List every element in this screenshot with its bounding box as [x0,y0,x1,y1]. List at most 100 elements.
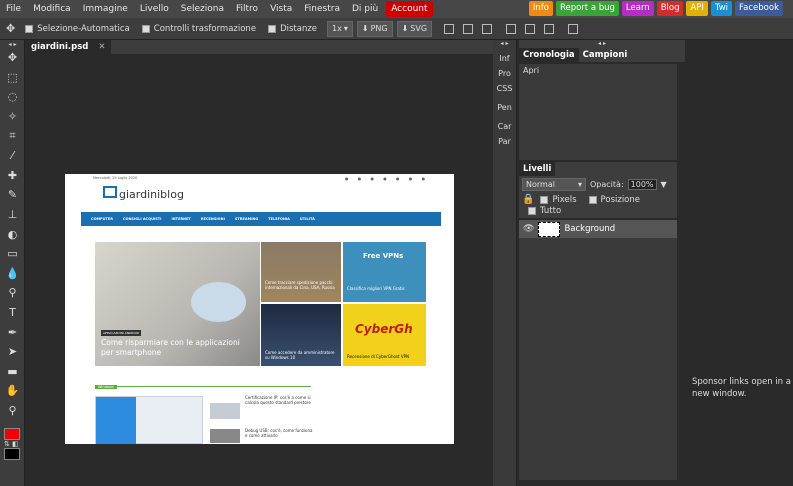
info-button[interactable]: Info [528,1,553,16]
blend-mode-select[interactable]: Normal ▾ [522,178,586,191]
text-tool-icon[interactable]: T [0,303,25,323]
card2-image: Free VPNs Classifica migliori VPN Gratis [343,242,426,302]
transform-controls-checkbox[interactable] [141,24,150,33]
eraser-tool-icon[interactable]: ◐ [0,224,25,244]
pen-tool-icon[interactable]: ✒ [0,322,25,342]
menu-filtro[interactable]: Filtro [230,0,264,18]
transform-controls-label: Controlli trasformazione [153,23,257,34]
history-panel: Cronologia Campioni [519,48,685,62]
document-tab[interactable]: giardini.psd ✕ [25,40,112,54]
document-canvas[interactable]: Mercoledì, 29 luglio 2020 ● ● ● ● ● ● ● … [65,174,454,444]
distribute-icon[interactable] [568,23,579,34]
stamp-tool-icon[interactable]: ⊥ [0,205,25,225]
document-tab-label: giardini.psd [31,42,89,52]
card4-image: CyberGh Recensione di CyberGhost VPN [343,304,426,366]
align-left-icon[interactable] [444,23,455,34]
panel-tab-info[interactable]: Inf [493,54,516,63]
history-header: Cronologia Campioni [519,48,685,62]
align-center-icon[interactable] [463,23,474,34]
path-select-tool-icon[interactable]: ➤ [0,342,25,362]
menu-vista[interactable]: Vista [264,0,298,18]
windows-article-image [95,396,203,444]
menu-seleziona[interactable]: Seleziona [175,0,230,18]
panels-collapse-icon[interactable]: ◂ ▸ [519,40,685,48]
tab-swatches[interactable]: Campioni [579,48,632,62]
toolbar-collapse-icon[interactable]: ◂ ▸ [0,40,25,48]
lock-pixels-checkbox[interactable] [540,195,549,204]
facebook-button[interactable]: Facebook [735,1,783,16]
panel-tab-brush[interactable]: Pen [493,103,516,112]
download-icon: ⬇ [401,24,409,33]
lock-position-label: Posizione [600,194,641,205]
crop-tool-icon[interactable]: ⌗ [0,126,25,146]
blend-mode-value: Normal [526,180,555,189]
mini-collapse-icon[interactable]: ◂ ▸ [493,40,516,48]
dodge-tool-icon[interactable]: ⚲ [0,283,25,303]
chevron-down-icon: ▾ [343,24,348,33]
hand-tool-icon[interactable]: ✋ [0,381,25,401]
panel-tab-paragraph[interactable]: Par [493,137,516,146]
history-item[interactable]: Apri [519,64,677,77]
card3-image: Come accedere da amministratore su Windo… [261,304,341,366]
lock-all-checkbox[interactable] [528,207,536,215]
panel-tab-properties[interactable]: Pro [493,69,516,78]
foreground-color-swatch[interactable] [4,428,20,440]
menu-modifica[interactable]: Modifica [27,0,77,18]
layer-row[interactable]: 👁 Background [519,220,677,238]
learn-button[interactable]: Learn [621,1,654,16]
background-color-swatch[interactable] [4,448,20,460]
zoom-tool-icon[interactable]: ⚲ [0,401,25,421]
close-icon[interactable]: ✕ [98,42,105,52]
shape-tool-icon[interactable]: ▬ [0,362,25,382]
panel-tab-characters[interactable]: Car [493,122,516,131]
move-tool-icon[interactable]: ✥ [0,48,25,68]
lasso-tool-icon[interactable]: ◌ [0,87,25,107]
auto-select-checkbox[interactable] [25,24,34,33]
eye-icon[interactable]: 👁 [523,224,534,234]
report-bug-button[interactable]: Report a bug [555,1,619,16]
eyedropper-tool-icon[interactable]: ⁄ [0,146,25,166]
tab-layers[interactable]: Livelli [519,162,556,176]
marquee-tool-icon[interactable]: ⬚ [0,68,25,88]
menu-di-piu[interactable]: Di più [346,0,384,18]
panel-tab-css[interactable]: CSS [493,84,516,93]
api-button[interactable]: API [686,1,708,16]
hero-image: APPLICAZIONI ANDROID Come risparmiare co… [95,242,260,366]
side-item2-thumb [210,429,240,443]
menu-finestra[interactable]: Finestra [298,0,346,18]
opacity-input[interactable]: 100% [627,179,657,190]
gradient-tool-icon[interactable]: ▭ [0,244,25,264]
webpage-nav: COMPUTER CONSIGLI ACQUISTI INTERNET RECE… [81,212,441,226]
sponsor-text: Sponsor links open in a new window. [692,377,791,399]
align-top-icon[interactable] [506,23,517,34]
tab-history[interactable]: Cronologia [519,48,579,62]
zoom-select[interactable]: 1x ▾ [327,20,353,37]
menu-file[interactable]: File [0,0,27,18]
opacity-dropdown-icon[interactable]: ▼ [661,180,667,189]
lock-position-checkbox[interactable] [588,195,597,204]
align-right-icon[interactable] [482,23,493,34]
blog-button[interactable]: Blog [656,1,684,16]
align-bottom-icon[interactable] [544,23,555,34]
account-button[interactable]: Account [386,1,433,17]
brush-tool-icon[interactable]: ✎ [0,185,25,205]
export-png-button[interactable]: ⬇ PNG [356,20,393,37]
lock-all-label: Tutto [540,206,562,216]
mini-panel-column: ◂ ▸ Inf Pro CSS Pen Car Par [493,40,517,486]
png-label: PNG [370,24,388,33]
export-svg-button[interactable]: ⬇ SVG [396,20,433,37]
side-item1-title: Certificazione IP: cos'è a come si calco… [245,395,311,405]
tools-panel: ◂ ▸ ✥ ⬚ ◌ ✧ ⌗ ⁄ ✚ ✎ ⊥ ◐ ▭ 💧 ⚲ T ✒ ➤ ▬ ✋ … [0,40,25,486]
healing-tool-icon[interactable]: ✚ [0,166,25,186]
menu-livello[interactable]: Livello [134,0,175,18]
menu-immagine[interactable]: Immagine [77,0,134,18]
canvas-area[interactable]: Mercoledì, 29 luglio 2020 ● ● ● ● ● ● ● … [25,54,493,486]
blur-tool-icon[interactable]: 💧 [0,264,25,284]
magic-wand-tool-icon[interactable]: ✧ [0,107,25,127]
align-middle-icon[interactable] [525,23,536,34]
twitter-button[interactable]: Twi [710,1,733,16]
distances-checkbox[interactable] [268,24,277,33]
swap-colors-icon[interactable]: ⇅ ◧ [4,440,19,448]
card1-title: Come tracciare spedizione pacchi interna… [265,280,335,290]
right-panels: ◂ ▸ Inf Pro CSS Pen Car Par ◂ ▸ Cronolog… [493,40,793,486]
